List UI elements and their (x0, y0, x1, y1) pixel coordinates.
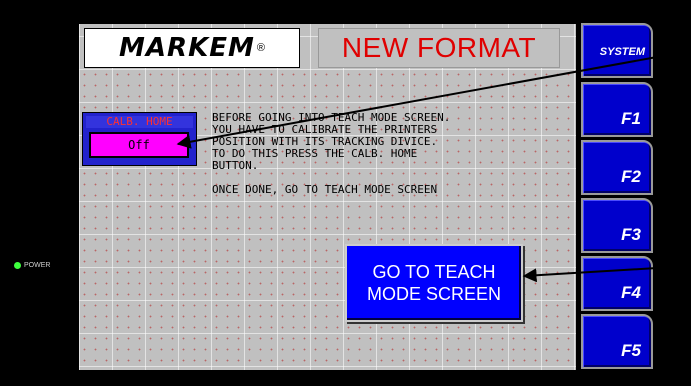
arrow-to-teach-button (522, 267, 658, 283)
arrow-to-calb-home (176, 56, 658, 149)
annotation-arrows (176, 56, 658, 283)
power-led-icon (14, 262, 21, 269)
power-label: POWER (24, 262, 51, 269)
